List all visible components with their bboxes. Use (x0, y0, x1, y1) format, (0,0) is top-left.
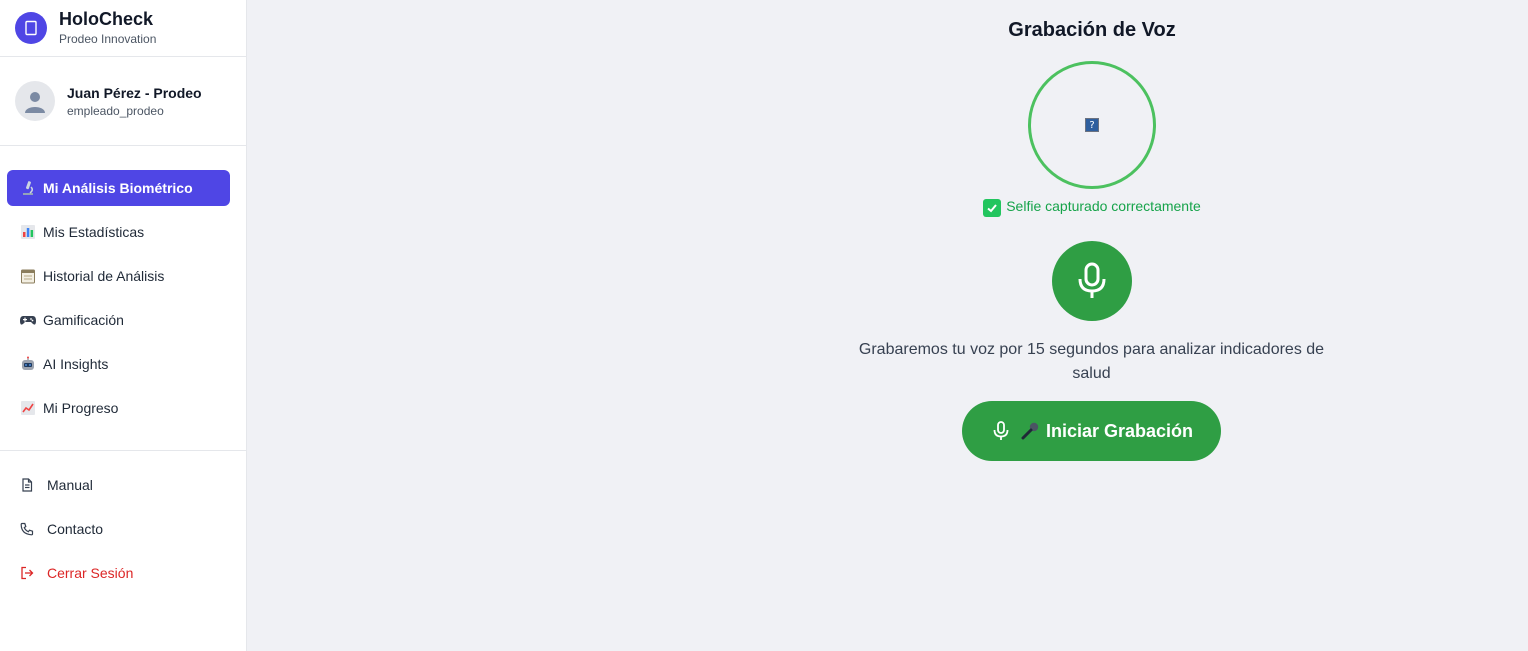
nav-item-gamificacion[interactable]: Gamificación (7, 302, 230, 338)
microphone-icon (990, 420, 1012, 442)
contact-label: Contacto (47, 521, 104, 537)
page-title: Grabación de Voz (1008, 19, 1176, 41)
checkmark-icon (983, 199, 1002, 217)
main-nav: Mi Análisis Biométrico Mis Estadísticas … (0, 146, 246, 451)
chart-increasing-icon (19, 399, 37, 417)
selfie-preview: ? (1028, 61, 1156, 189)
user-name: Juan Pérez - Prodeo (67, 84, 202, 101)
microphone-emoji-icon (1020, 421, 1040, 441)
broken-image-icon: ? (1085, 118, 1099, 132)
nav-item-label: AI Insights (43, 356, 109, 372)
phone-icon (20, 522, 34, 536)
selfie-status: Selfie capturado correctamente (248, 198, 1528, 217)
game-controller-icon (19, 311, 37, 329)
sidebar: HoloCheck Prodeo Innovation Juan Pérez -… (0, 0, 247, 651)
recording-description: Grabaremos tu voz por 15 segundos para a… (858, 341, 1325, 382)
nav-item-progreso[interactable]: Mi Progreso (7, 390, 230, 426)
nav-item-label: Mi Progreso (43, 400, 119, 416)
nav-item-label: Mis Estadísticas (43, 224, 145, 240)
microscope-icon (19, 179, 37, 197)
nav-item-analisis-biometrico[interactable]: Mi Análisis Biométrico (7, 170, 230, 206)
manual-link[interactable]: Manual (0, 467, 246, 503)
bar-chart-icon (19, 223, 37, 241)
microphone-indicator (1052, 241, 1132, 321)
logout-icon (20, 566, 34, 580)
contact-link[interactable]: Contacto (0, 511, 246, 547)
nav-item-label: Gamificación (43, 312, 124, 328)
document-icon (20, 478, 34, 492)
main-content: Grabación de Voz ? Selfie capturado corr… (248, 0, 1528, 651)
nav-item-estadisticas[interactable]: Mis Estadísticas (7, 214, 230, 250)
brand-name: HoloCheck (59, 9, 154, 29)
user-profile: Juan Pérez - Prodeo empleado_prodeo (0, 57, 246, 146)
calendar-icon (19, 267, 37, 285)
manual-label: Manual (47, 477, 93, 493)
brand-header: HoloCheck Prodeo Innovation (0, 0, 246, 57)
selfie-status-text: Selfie capturado correctamente (1006, 198, 1201, 214)
bottom-nav: Manual Contacto Cerrar Sesión (0, 451, 246, 591)
logout-button[interactable]: Cerrar Sesión (0, 555, 246, 591)
user-silhouette-icon (25, 92, 45, 113)
user-role: empleado_prodeo (67, 103, 164, 118)
microphone-icon (1078, 262, 1106, 298)
start-recording-label: Iniciar Grabación (1045, 420, 1194, 441)
start-recording-button[interactable]: Iniciar Grabación (962, 401, 1221, 461)
nav-item-label: Mi Análisis Biométrico (43, 180, 193, 196)
robot-icon (19, 355, 37, 373)
logout-label: Cerrar Sesión (47, 565, 134, 581)
avatar (15, 81, 55, 121)
nav-item-historial[interactable]: Historial de Análisis (7, 258, 230, 294)
building-icon (15, 12, 47, 44)
nav-item-label: Historial de Análisis (43, 268, 165, 284)
brand-subtitle: Prodeo Innovation (59, 32, 157, 46)
nav-item-ai-insights[interactable]: AI Insights (7, 346, 230, 382)
